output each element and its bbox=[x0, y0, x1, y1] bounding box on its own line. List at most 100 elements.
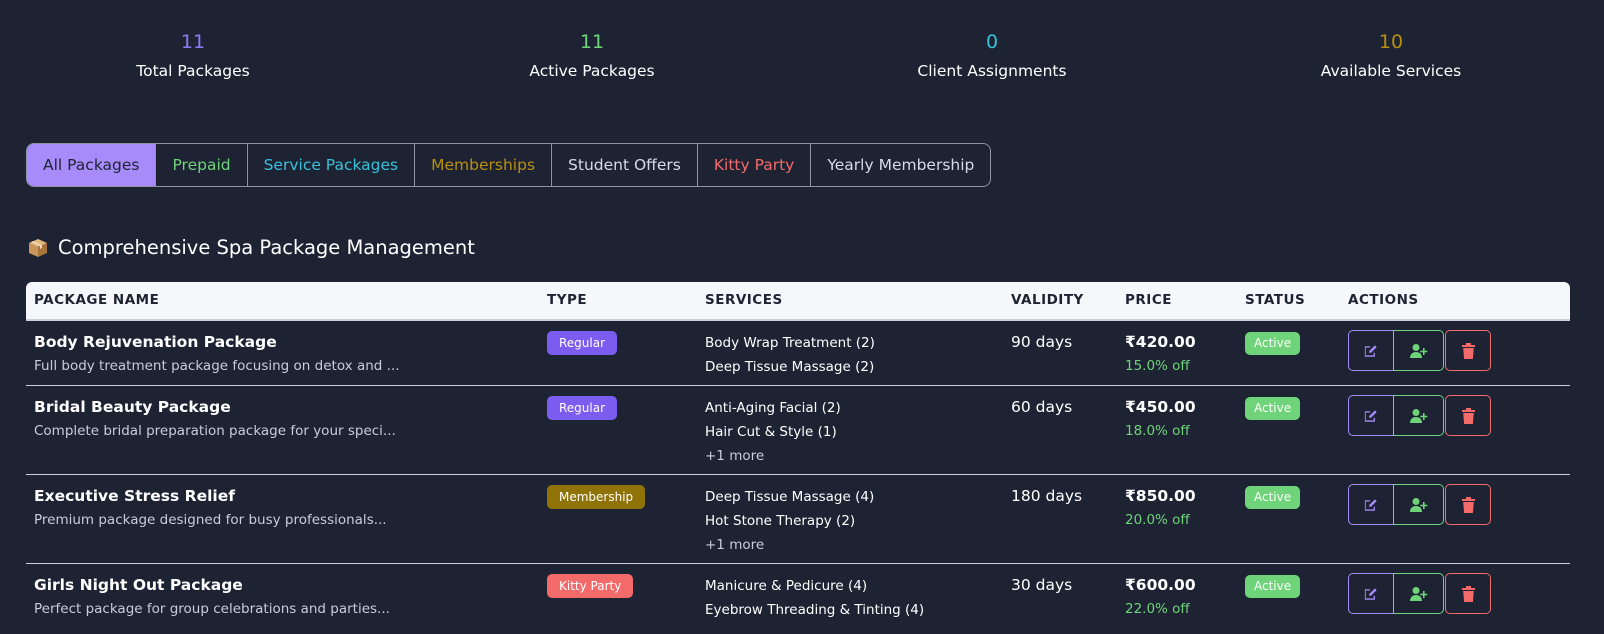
col-services[interactable]: SERVICES bbox=[705, 282, 783, 319]
package-name[interactable]: Bridal Beauty Package bbox=[34, 396, 396, 418]
type-badge: Regular bbox=[547, 331, 618, 355]
package-name-cell: Bridal Beauty Package Complete bridal pr… bbox=[34, 396, 396, 442]
edit-button[interactable] bbox=[1348, 484, 1394, 525]
delete-button[interactable] bbox=[1445, 395, 1491, 436]
status-badge: Active bbox=[1245, 486, 1301, 509]
tab-yearly-membership[interactable]: Yearly Membership bbox=[811, 144, 990, 186]
status-badge: Active bbox=[1245, 397, 1301, 420]
package-filter-tabs: All Packages Prepaid Service Packages Me… bbox=[26, 143, 992, 187]
assign-client-button[interactable] bbox=[1393, 395, 1444, 436]
services-cell: Deep Tissue Massage (4) Hot Stone Therap… bbox=[705, 485, 874, 557]
type-badge: Membership bbox=[547, 485, 646, 509]
package-name[interactable]: Executive Stress Relief bbox=[34, 485, 387, 507]
package-name-cell: Executive Stress Relief Premium package … bbox=[34, 485, 387, 531]
table-header: PACKAGE NAME TYPE SERVICES VALIDITY PRIC… bbox=[26, 282, 1570, 321]
discount: 22.0% off bbox=[1125, 601, 1190, 617]
tab-kitty-party[interactable]: Kitty Party bbox=[698, 144, 812, 186]
tab-prepaid[interactable]: Prepaid bbox=[156, 144, 248, 186]
price-cell: ₹450.00 18.0% off bbox=[1125, 396, 1196, 442]
more-services: +1 more bbox=[705, 537, 765, 553]
service-item: Deep Tissue Massage (2) bbox=[705, 359, 875, 375]
edit-button[interactable] bbox=[1348, 395, 1394, 436]
more-services: +1 more bbox=[705, 448, 765, 464]
package-name-cell: Body Rejuvenation Package Full body trea… bbox=[34, 331, 400, 377]
type-badge: Regular bbox=[547, 396, 618, 420]
edit-icon bbox=[1364, 409, 1377, 422]
service-item: Hair Cut & Style (1) bbox=[705, 424, 837, 440]
service-item: Manicure & Pedicure (4) bbox=[705, 578, 868, 594]
edit-icon bbox=[1364, 344, 1377, 357]
validity: 60 days bbox=[1011, 398, 1073, 416]
type-cell: Regular bbox=[547, 331, 618, 355]
stat-client-assignments: 0 Client Assignments bbox=[792, 30, 1192, 82]
type-cell: Regular bbox=[547, 396, 618, 420]
trash-icon bbox=[1461, 585, 1475, 602]
row-actions bbox=[1348, 484, 1491, 525]
table-row: Bridal Beauty Package Complete bridal pr… bbox=[26, 386, 1570, 475]
assign-client-button[interactable] bbox=[1393, 330, 1444, 371]
service-item: Hot Stone Therapy (2) bbox=[705, 513, 856, 529]
services-cell: Anti-Aging Facial (2) Hair Cut & Style (… bbox=[705, 396, 841, 468]
status-badge: Active bbox=[1245, 332, 1301, 355]
col-validity[interactable]: VALIDITY bbox=[1011, 282, 1084, 319]
delete-button[interactable] bbox=[1445, 484, 1491, 525]
delete-button[interactable] bbox=[1445, 573, 1491, 614]
status-cell: Active bbox=[1245, 575, 1301, 598]
edit-button[interactable] bbox=[1348, 573, 1394, 614]
status-cell: Active bbox=[1245, 486, 1301, 509]
assign-client-button[interactable] bbox=[1393, 573, 1444, 614]
stat-total-packages: 11 Total Packages bbox=[0, 30, 393, 82]
tab-all-packages[interactable]: All Packages bbox=[27, 144, 157, 186]
table-row: Body Rejuvenation Package Full body trea… bbox=[26, 321, 1570, 386]
user-plus-icon bbox=[1409, 497, 1427, 512]
tab-student-offers[interactable]: Student Offers bbox=[552, 144, 698, 186]
user-plus-icon bbox=[1409, 586, 1427, 601]
services-cell: Manicure & Pedicure (4) Eyebrow Threadin… bbox=[705, 574, 924, 622]
delete-button[interactable] bbox=[1445, 330, 1491, 371]
validity: 30 days bbox=[1011, 576, 1073, 594]
col-price[interactable]: PRICE bbox=[1125, 282, 1172, 319]
price: ₹850.00 bbox=[1125, 487, 1196, 505]
col-status[interactable]: STATUS bbox=[1245, 282, 1305, 319]
col-type[interactable]: TYPE bbox=[547, 282, 587, 319]
trash-icon bbox=[1461, 407, 1475, 424]
tab-memberships[interactable]: Memberships bbox=[415, 144, 553, 186]
tab-service-packages[interactable]: Service Packages bbox=[248, 144, 416, 186]
edit-button[interactable] bbox=[1348, 330, 1394, 371]
price: ₹450.00 bbox=[1125, 398, 1196, 416]
stat-label: Active Packages bbox=[529, 62, 655, 80]
type-cell: Kitty Party bbox=[547, 574, 634, 598]
package-name[interactable]: Body Rejuvenation Package bbox=[34, 331, 400, 353]
package-icon bbox=[28, 238, 48, 258]
col-actions: ACTIONS bbox=[1348, 292, 1419, 308]
page-title: Comprehensive Spa Package Management bbox=[58, 236, 475, 259]
stat-label: Available Services bbox=[1320, 62, 1462, 80]
package-name[interactable]: Girls Night Out Package bbox=[34, 574, 390, 596]
status-cell: Active bbox=[1245, 332, 1301, 355]
validity: 180 days bbox=[1011, 487, 1083, 505]
stat-value: 10 bbox=[1378, 31, 1404, 53]
type-cell: Membership bbox=[547, 485, 646, 509]
row-actions bbox=[1348, 330, 1491, 371]
discount: 18.0% off bbox=[1125, 423, 1190, 439]
trash-icon bbox=[1461, 496, 1475, 513]
package-description: Perfect package for group celebrations a… bbox=[34, 601, 390, 617]
price-cell: ₹850.00 20.0% off bbox=[1125, 485, 1196, 531]
package-name-cell: Girls Night Out Package Perfect package … bbox=[34, 574, 390, 620]
section-heading: Comprehensive Spa Package Management bbox=[28, 236, 475, 259]
package-description: Full body treatment package focusing on … bbox=[34, 358, 400, 374]
status-badge: Active bbox=[1245, 575, 1301, 598]
col-package-name[interactable]: PACKAGE NAME bbox=[34, 282, 159, 319]
assign-client-button[interactable] bbox=[1393, 484, 1444, 525]
service-item: Body Wrap Treatment (2) bbox=[705, 335, 875, 351]
user-plus-icon bbox=[1409, 408, 1427, 423]
discount: 20.0% off bbox=[1125, 512, 1190, 528]
price: ₹420.00 bbox=[1125, 333, 1196, 351]
package-description: Complete bridal preparation package for … bbox=[34, 423, 396, 439]
price-cell: ₹420.00 15.0% off bbox=[1125, 331, 1196, 377]
service-item: Eyebrow Threading & Tinting (4) bbox=[705, 602, 925, 618]
price: ₹600.00 bbox=[1125, 576, 1196, 594]
type-badge: Kitty Party bbox=[547, 574, 634, 598]
stat-available-services: 10 Available Services bbox=[1191, 30, 1591, 82]
edit-icon bbox=[1364, 498, 1377, 511]
